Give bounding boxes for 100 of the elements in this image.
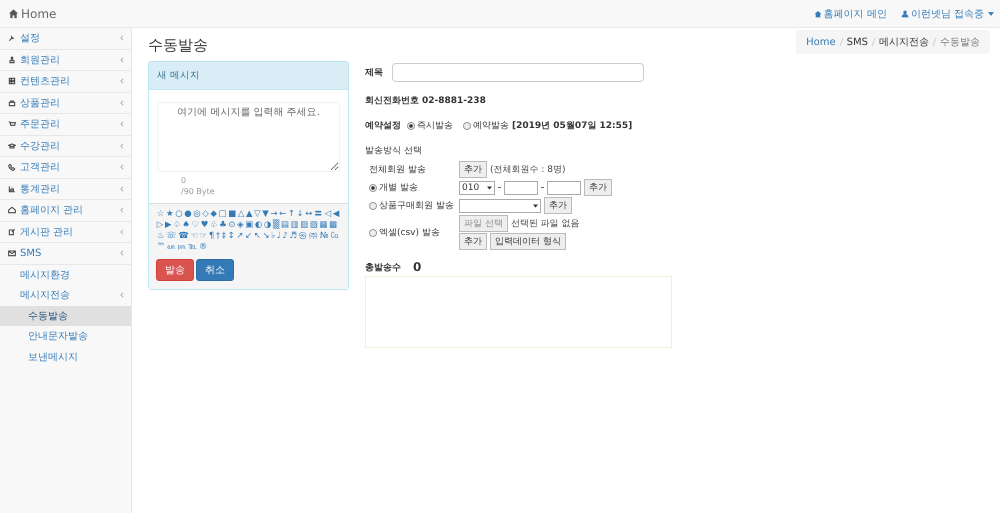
symbol-key[interactable]: ◈ bbox=[236, 220, 244, 231]
message-field[interactable]: 여기에 메시지를 입력해 주세요. bbox=[157, 102, 340, 172]
symbol-key[interactable]: ☏ bbox=[165, 231, 178, 242]
symbol-key[interactable]: ◀ bbox=[332, 209, 340, 220]
symbol-key[interactable]: ▨ bbox=[300, 220, 310, 231]
symbol-key[interactable]: ♧ bbox=[209, 220, 218, 231]
symbol-key[interactable]: ♡ bbox=[190, 220, 200, 231]
symbol-key[interactable]: ▒ bbox=[272, 220, 280, 231]
symbol-key[interactable]: ㈜ bbox=[308, 231, 320, 242]
sidebar-item[interactable]: 고객관리 bbox=[0, 157, 131, 178]
symbol-key[interactable]: ▲ bbox=[245, 209, 254, 220]
symbol-key[interactable]: ★ bbox=[165, 209, 174, 220]
sidebar-item[interactable]: 회원관리 bbox=[0, 50, 131, 71]
symbol-key[interactable]: ▤ bbox=[280, 220, 290, 231]
format-button[interactable]: 입력데이터 형식 bbox=[490, 233, 566, 250]
symbol-key[interactable]: ↓ bbox=[296, 209, 304, 220]
add-button[interactable]: 추가 bbox=[544, 197, 572, 214]
product-select[interactable] bbox=[459, 198, 541, 212]
prefix-select[interactable]: 010 bbox=[459, 180, 495, 194]
symbol-key[interactable]: ◆ bbox=[210, 209, 218, 220]
file-select-button[interactable]: 파일 선택 bbox=[459, 215, 508, 232]
sidebar-item[interactable]: 홈페이지 관리 bbox=[0, 200, 131, 222]
sidebar-item[interactable]: 상품관리 bbox=[0, 92, 131, 114]
sidebar-item[interactable]: 통계관리 bbox=[0, 178, 131, 200]
cancel-button[interactable]: 취소 bbox=[196, 259, 234, 281]
symbol-key[interactable]: ↗ bbox=[236, 231, 244, 242]
symbol-key[interactable]: ▶ bbox=[164, 220, 172, 231]
symbol-key[interactable]: ▥ bbox=[290, 220, 300, 231]
sidebar-item[interactable]: 주문관리 bbox=[0, 114, 131, 136]
symbol-key[interactable]: ㏘ bbox=[176, 242, 188, 253]
symbol-key[interactable]: □ bbox=[218, 209, 228, 220]
sidebar-item[interactable]: 컨텐츠관리 bbox=[0, 71, 131, 92]
symbol-key[interactable]: ♬ bbox=[288, 231, 298, 242]
symbol-key[interactable]: № bbox=[319, 231, 330, 242]
symbol-key[interactable]: ♪ bbox=[282, 231, 289, 242]
breadcrumb-item[interactable]: SMS bbox=[846, 36, 868, 48]
symbol-key[interactable]: ↖ bbox=[252, 231, 262, 242]
symbol-key[interactable]: ● bbox=[183, 209, 192, 220]
symbol-key[interactable]: ¶ bbox=[208, 231, 216, 242]
symbol-key[interactable]: 〓 bbox=[313, 209, 324, 220]
symbol-key[interactable]: ▽ bbox=[253, 209, 262, 220]
symbol-key[interactable]: ◎ bbox=[192, 209, 202, 220]
symbol-key[interactable]: ◇ bbox=[201, 209, 210, 220]
radio-button[interactable] bbox=[369, 228, 377, 236]
sidebar-item[interactable]: 메시지환경 bbox=[0, 264, 131, 285]
sidebar-item[interactable]: 보낸메시지 bbox=[0, 346, 131, 367]
add-button[interactable]: 추가 bbox=[459, 161, 487, 178]
symbol-key[interactable]: ™ bbox=[156, 242, 166, 253]
symbol-key[interactable]: ▣ bbox=[244, 220, 254, 231]
symbol-key[interactable]: ℡ bbox=[187, 242, 198, 253]
symbol-key[interactable]: † bbox=[215, 231, 221, 242]
symbol-key[interactable]: ♩ bbox=[276, 231, 282, 242]
symbol-key[interactable]: ♨ bbox=[156, 231, 166, 242]
symbol-key[interactable]: ▼ bbox=[261, 209, 270, 220]
symbol-key[interactable]: ♣ bbox=[218, 220, 228, 231]
sidebar-item[interactable]: 수강관리 bbox=[0, 136, 131, 157]
symbol-key[interactable]: ♤ bbox=[172, 220, 182, 231]
symbol-key[interactable]: ◐ bbox=[254, 220, 264, 231]
symbol-key[interactable]: ⊙ bbox=[228, 220, 236, 231]
symbol-key[interactable]: ▩ bbox=[328, 220, 338, 231]
phone-field[interactable] bbox=[504, 180, 538, 194]
symbol-key[interactable]: ♭ bbox=[270, 231, 276, 242]
symbol-key[interactable]: ○ bbox=[174, 209, 184, 220]
user-menu[interactable]: 이런넷님 접속중 bbox=[900, 6, 994, 20]
symbol-key[interactable]: ↑ bbox=[287, 209, 296, 220]
sidebar-item[interactable]: SMS bbox=[0, 243, 131, 264]
sidebar-item[interactable]: 메시지전송 bbox=[0, 285, 131, 306]
symbol-key[interactable]: ☞ bbox=[198, 231, 208, 242]
symbol-key[interactable]: ◁ bbox=[324, 209, 332, 220]
reservation-option[interactable]: 예약발송 [2019년 05월07일 12:55] bbox=[463, 119, 632, 132]
breadcrumb-item[interactable]: Home bbox=[806, 36, 836, 48]
send-button[interactable]: 발송 bbox=[156, 259, 194, 281]
sidebar-item[interactable]: 게시판 관리 bbox=[0, 222, 131, 243]
sidebar-item[interactable]: 안내문자발송 bbox=[0, 326, 131, 346]
add-button[interactable]: 추가 bbox=[459, 233, 487, 250]
symbol-key[interactable]: ← bbox=[278, 209, 288, 220]
symbol-key[interactable]: ♥ bbox=[200, 220, 210, 231]
symbol-key[interactable]: ↕ bbox=[226, 231, 236, 242]
phone-field[interactable] bbox=[547, 180, 581, 194]
symbol-key[interactable]: ☜ bbox=[190, 231, 199, 242]
symbol-key[interactable]: ☎ bbox=[177, 231, 190, 242]
homepage-link[interactable]: 홈페이지 메인 bbox=[814, 6, 887, 20]
symbol-key[interactable]: ◑ bbox=[263, 220, 272, 231]
subject-field[interactable] bbox=[392, 63, 644, 82]
sidebar-item[interactable]: 설정 bbox=[0, 28, 131, 50]
symbol-key[interactable]: ↘ bbox=[262, 231, 270, 242]
symbol-key[interactable]: △ bbox=[237, 209, 246, 220]
symbol-key[interactable]: ↔ bbox=[304, 209, 314, 220]
radio-button[interactable] bbox=[369, 184, 377, 192]
symbol-key[interactable]: ↙ bbox=[244, 231, 253, 242]
breadcrumb-item[interactable]: 메시지전송 bbox=[879, 35, 929, 49]
radio-button[interactable] bbox=[463, 122, 471, 130]
symbol-key[interactable]: ▧ bbox=[309, 220, 319, 231]
symbol-key[interactable]: ® bbox=[198, 242, 208, 253]
symbol-key[interactable]: ㉿ bbox=[298, 231, 308, 242]
sidebar-item[interactable]: 수동발송 bbox=[0, 306, 131, 326]
radio-button[interactable] bbox=[369, 202, 377, 210]
symbol-key[interactable]: ▷ bbox=[156, 220, 164, 231]
reservation-option[interactable]: 즉시발송 bbox=[407, 119, 453, 132]
symbol-key[interactable]: ▦ bbox=[318, 220, 328, 231]
